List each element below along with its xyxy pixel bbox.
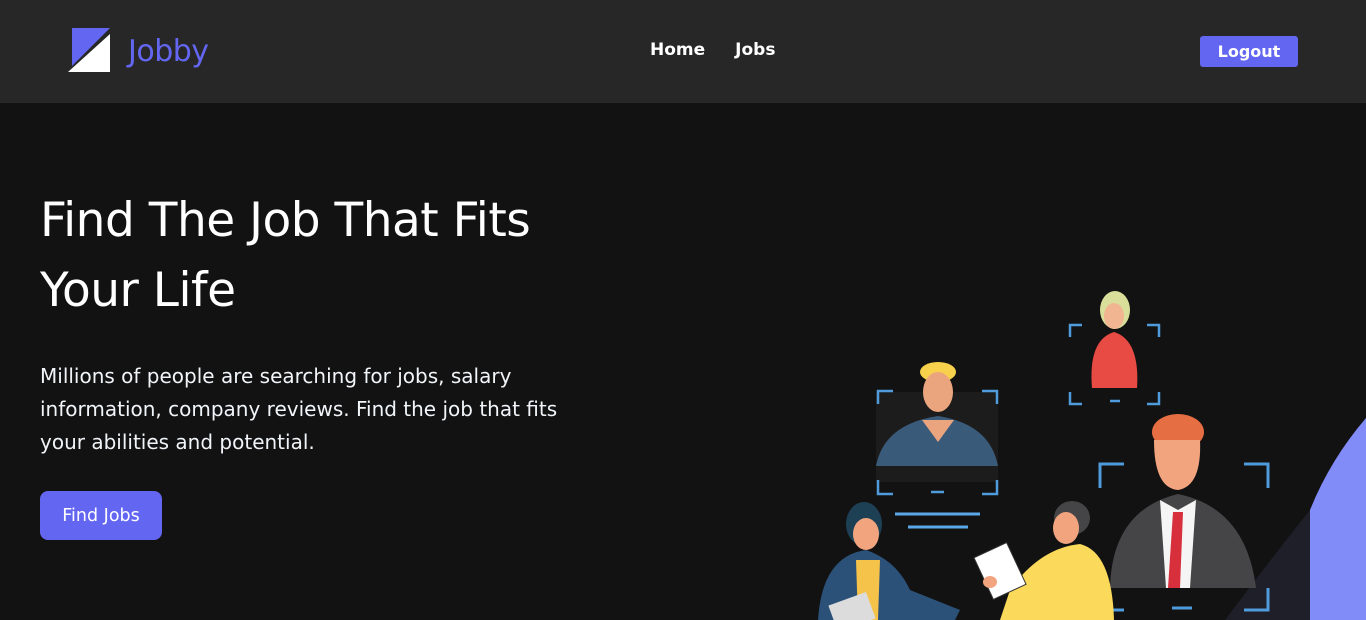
candidate-man-card (876, 362, 999, 529)
purple-swoosh-shape (1310, 418, 1366, 620)
brand-name[interactable]: Jobby (128, 34, 209, 69)
hero-description: Millions of people are searching for job… (40, 364, 558, 454)
woman-handshake-figure (818, 502, 960, 620)
hiring-illustration (818, 291, 1366, 620)
hero-heading-line2: Your Life (40, 263, 236, 318)
hero-heading-line1: Find The Job That Fits (40, 193, 531, 248)
nav-link-jobs[interactable]: Jobs (735, 40, 775, 60)
logout-button[interactable]: Logout (1200, 36, 1298, 67)
nav-links: Home Jobs (650, 40, 775, 60)
find-jobs-button[interactable]: Find Jobs (40, 491, 162, 540)
nav-link-home[interactable]: Home (650, 40, 705, 60)
hero-heading: Find The Job That Fits Your Life (40, 186, 600, 326)
navbar: Jobby Home Jobs Logout (0, 0, 1366, 103)
jobby-logo-icon[interactable] (68, 28, 110, 72)
candidate-suit-man-card (1098, 414, 1270, 612)
candidate-woman-card (1068, 291, 1161, 406)
man-clipboard-figure (973, 501, 1114, 620)
